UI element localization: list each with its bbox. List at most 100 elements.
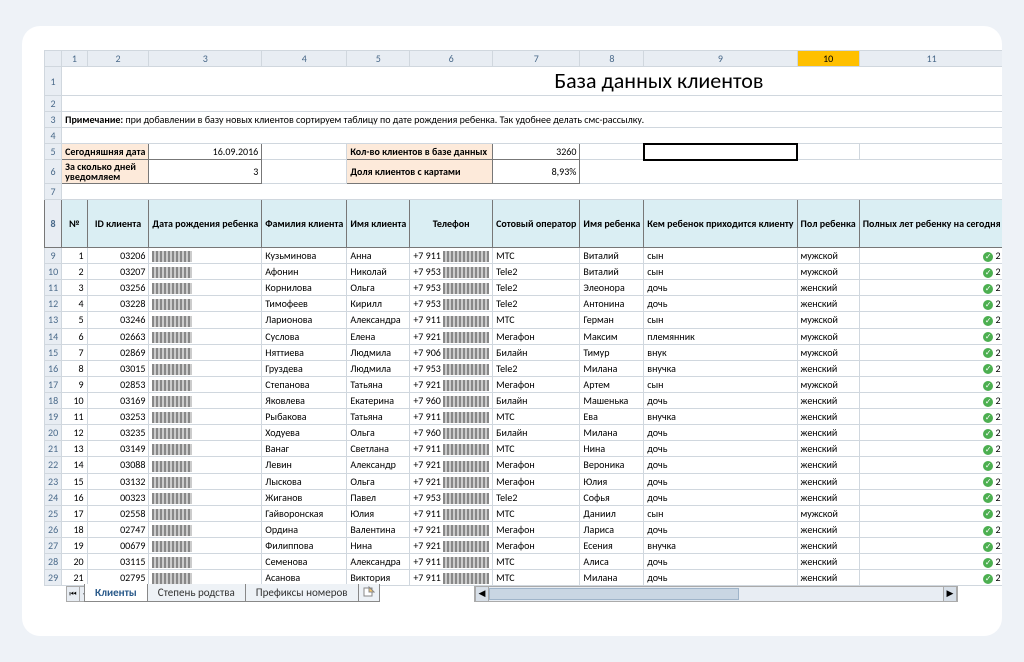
cell-phone[interactable]: +7 953 <box>410 296 493 312</box>
cell-name[interactable]: Татьяна <box>347 376 410 392</box>
cell-child[interactable]: Виталий <box>580 248 644 264</box>
cell-id[interactable]: 00679 <box>87 537 149 553</box>
cell-id[interactable]: 03253 <box>87 409 149 425</box>
cell-id[interactable]: 03256 <box>87 280 149 296</box>
cell-gender[interactable]: женский <box>797 296 859 312</box>
row-header[interactable]: 24 <box>45 489 62 505</box>
cell-operator[interactable]: МТС <box>493 554 580 570</box>
cell-n[interactable]: 10 <box>62 392 87 408</box>
cell-dob[interactable] <box>149 328 262 344</box>
th-dob[interactable]: Дата рождения ребенка <box>149 200 262 248</box>
col-header-selected[interactable]: 10 <box>797 51 859 67</box>
cell-age[interactable]: ✓ 2 <box>859 312 1002 328</box>
cell-operator[interactable]: МТС <box>493 505 580 521</box>
cell-dob[interactable] <box>149 360 262 376</box>
th-gender[interactable]: Пол ребенка <box>797 200 859 248</box>
cell-child[interactable]: Герман <box>580 312 644 328</box>
cell-gender[interactable]: женский <box>797 425 859 441</box>
cell-surname[interactable]: Груздева <box>262 360 347 376</box>
cell-id[interactable]: 02663 <box>87 328 149 344</box>
row-header[interactable]: 7 <box>45 184 62 200</box>
cell-gender[interactable]: женский <box>797 360 859 376</box>
notify-days-label[interactable]: За сколько дней уведомляем <box>62 160 149 184</box>
cell-operator[interactable]: Мегафон <box>493 376 580 392</box>
cell-phone[interactable]: +7 921 <box>410 376 493 392</box>
cell-surname[interactable]: Степанова <box>262 376 347 392</box>
cell-operator[interactable]: Tele2 <box>493 296 580 312</box>
cell-id[interactable]: 03206 <box>87 248 149 264</box>
cell-child[interactable]: Милана <box>580 570 644 586</box>
note-cell[interactable]: Примечание: при добавлении в базу новых … <box>62 112 1002 128</box>
scroll-right-arrow[interactable]: ▶ <box>943 587 957 601</box>
cell-phone[interactable]: +7 953 <box>410 489 493 505</box>
cell-phone[interactable]: +7 921 <box>410 473 493 489</box>
cell-n[interactable]: 12 <box>62 425 87 441</box>
new-sheet-tab[interactable] <box>358 584 380 602</box>
col-header[interactable]: 2 <box>87 51 149 67</box>
cell-operator[interactable]: Билайн <box>493 425 580 441</box>
cell-surname[interactable]: Гайворонская <box>262 505 347 521</box>
th-age[interactable]: Полных лет ребенку на сегодня <box>859 200 1002 248</box>
cell-relation[interactable]: внучка <box>644 537 797 553</box>
cell-surname[interactable]: Рыбакова <box>262 409 347 425</box>
cell-n[interactable]: 4 <box>62 296 87 312</box>
cell-surname[interactable]: Жиганов <box>262 489 347 505</box>
cell-name[interactable]: Павел <box>347 489 410 505</box>
cell-child[interactable]: Даниил <box>580 505 644 521</box>
cell-age[interactable]: ✓ 2 <box>859 505 1002 521</box>
cell-relation[interactable]: дочь <box>644 570 797 586</box>
cell-operator[interactable]: Мегафон <box>493 328 580 344</box>
col-header[interactable]: 5 <box>347 51 410 67</box>
row-header[interactable]: 2 <box>45 96 62 112</box>
cell-phone[interactable]: +7 911 <box>410 248 493 264</box>
cell-id[interactable]: 03115 <box>87 554 149 570</box>
th-phone[interactable]: Телефон <box>410 200 493 248</box>
cell-name[interactable]: Александр <box>347 457 410 473</box>
cell-gender[interactable]: женский <box>797 537 859 553</box>
row-header[interactable]: 5 <box>45 144 62 160</box>
cell[interactable] <box>580 144 644 160</box>
cards-share-value[interactable]: 8,93% <box>493 160 580 184</box>
cell-n[interactable]: 7 <box>62 344 87 360</box>
th-relation[interactable]: Кем ребенок приходится клиенту <box>644 200 797 248</box>
cell-operator[interactable]: МТС <box>493 312 580 328</box>
cell-phone[interactable]: +7 911 <box>410 441 493 457</box>
cell[interactable] <box>859 144 1002 160</box>
col-header[interactable]: 9 <box>644 51 797 67</box>
cell-relation[interactable]: дочь <box>644 489 797 505</box>
cell-gender[interactable]: женский <box>797 554 859 570</box>
cell-operator[interactable]: Билайн <box>493 344 580 360</box>
cell[interactable] <box>262 160 347 184</box>
active-cell[interactable] <box>644 144 797 160</box>
cell-operator[interactable]: Tele2 <box>493 489 580 505</box>
sheet-tab[interactable]: Клиенты <box>84 584 148 602</box>
cell-n[interactable]: 15 <box>62 473 87 489</box>
cell-operator[interactable]: Tele2 <box>493 360 580 376</box>
cell-relation[interactable]: сын <box>644 505 797 521</box>
cell[interactable] <box>62 128 1002 144</box>
cell-child[interactable]: Есения <box>580 537 644 553</box>
cell-dob[interactable] <box>149 280 262 296</box>
cell-relation[interactable]: дочь <box>644 473 797 489</box>
cell-surname[interactable]: Яковлева <box>262 392 347 408</box>
cell-name[interactable]: Светлана <box>347 441 410 457</box>
cell-name[interactable]: Ольга <box>347 280 410 296</box>
cell-phone[interactable]: +7 911 <box>410 312 493 328</box>
cell-id[interactable]: 03015 <box>87 360 149 376</box>
cell-age[interactable]: ✓ 2 <box>859 537 1002 553</box>
cell-relation[interactable]: сын <box>644 312 797 328</box>
cell-child[interactable]: Машенька <box>580 392 644 408</box>
row-header[interactable]: 18 <box>45 392 62 408</box>
row-header[interactable]: 22 <box>45 457 62 473</box>
cell-dob[interactable] <box>149 537 262 553</box>
cell-gender[interactable]: мужской <box>797 312 859 328</box>
cell-child[interactable]: Милана <box>580 360 644 376</box>
th-child-name[interactable]: Имя ребенка <box>580 200 644 248</box>
cell[interactable] <box>797 144 859 160</box>
cell-name[interactable]: Кирилл <box>347 296 410 312</box>
cell-phone[interactable]: +7 953 <box>410 360 493 376</box>
cell-age[interactable]: ✓ 2 <box>859 425 1002 441</box>
cell-phone[interactable]: +7 953 <box>410 280 493 296</box>
cell-child[interactable]: Максим <box>580 328 644 344</box>
cell-relation[interactable]: дочь <box>644 554 797 570</box>
